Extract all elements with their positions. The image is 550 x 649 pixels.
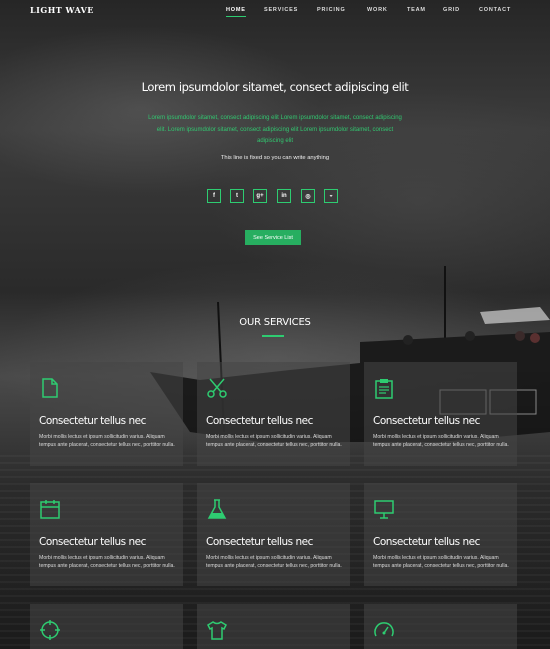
site-logo[interactable]: LIGHT WAVE <box>30 5 94 15</box>
nav-work[interactable]: WORK <box>367 7 388 13</box>
hero-title: Lorem ipsumdolor sitamet, consect adipis… <box>141 80 409 94</box>
tshirt-icon <box>207 621 227 640</box>
service-text: Morbi mollis lectus et ipsum sollicitudi… <box>39 555 175 570</box>
github-icon[interactable]: ◒ <box>324 189 338 203</box>
service-card: Consectetur tellus nec Morbi mollis lect… <box>30 483 183 586</box>
service-title: Consectetur tellus nec <box>39 536 146 548</box>
service-card: Consectetur tellus nec Morbi mollis lect… <box>197 362 350 466</box>
speedometer-icon <box>374 622 394 637</box>
service-title: Consectetur tellus nec <box>373 415 480 427</box>
hero-fixed-line: This line is fixed so you can write anyt… <box>220 154 330 161</box>
service-card: Consectetur tellus nec Morbi mollis lect… <box>197 483 350 586</box>
service-card: Consectetur tellus nec Morbi mollis lect… <box>364 483 517 586</box>
service-title: Consectetur tellus nec <box>39 415 146 427</box>
services-title-text: OUR SERVICES <box>239 317 311 328</box>
nav-grid[interactable]: GRID <box>443 7 460 13</box>
scissors-icon <box>207 378 227 398</box>
service-text: Morbi mollis lectus et ipsum sollicitudi… <box>206 434 342 449</box>
google-plus-icon[interactable]: g+ <box>253 189 267 203</box>
service-card <box>364 604 517 649</box>
service-card <box>197 604 350 649</box>
top-navigation: LIGHT WAVE HOME SERVICES PRICING WORK TE… <box>0 0 550 24</box>
service-card <box>30 604 183 649</box>
nav-home[interactable]: HOME <box>226 7 246 13</box>
service-text: Morbi mollis lectus et ipsum sollicitudi… <box>373 555 509 570</box>
twitter-icon[interactable]: t <box>230 189 244 203</box>
calendar-icon <box>40 500 60 519</box>
hero-lead-text: Lorem ipsumdolor sitamet, consect adipis… <box>148 115 402 144</box>
services-heading: OUR SERVICES <box>0 317 550 337</box>
linkedin-icon[interactable]: in <box>277 189 291 203</box>
nav-contact[interactable]: CONTACT <box>479 7 511 13</box>
nav-pricing[interactable]: PRICING <box>317 7 346 13</box>
monitor-icon <box>374 500 394 519</box>
flask-icon <box>207 499 227 519</box>
hero-section: Lorem ipsumdolor sitamet, consect adipis… <box>0 80 550 161</box>
service-text: Morbi mollis lectus et ipsum sollicitudi… <box>39 434 175 449</box>
service-text: Morbi mollis lectus et ipsum sollicitudi… <box>206 555 342 570</box>
service-card: Consectetur tellus nec Morbi mollis lect… <box>364 362 517 466</box>
service-text: Morbi mollis lectus et ipsum sollicitudi… <box>373 434 509 449</box>
clipboard-icon <box>375 379 393 399</box>
services-title-underline <box>262 335 284 337</box>
service-title: Consectetur tellus nec <box>206 536 313 548</box>
nav-active-underline <box>226 16 246 17</box>
dribbble-icon[interactable]: ◎ <box>301 189 315 203</box>
see-service-list-button[interactable]: See Service List <box>245 230 301 245</box>
service-card: Consectetur tellus nec Morbi mollis lect… <box>30 362 183 466</box>
document-icon <box>42 378 58 398</box>
facebook-icon[interactable]: f <box>207 189 221 203</box>
service-title: Consectetur tellus nec <box>373 536 480 548</box>
nav-team[interactable]: TEAM <box>407 7 426 13</box>
service-title: Consectetur tellus nec <box>206 415 313 427</box>
nav-services[interactable]: SERVICES <box>264 7 298 13</box>
crosshair-icon <box>40 620 60 640</box>
